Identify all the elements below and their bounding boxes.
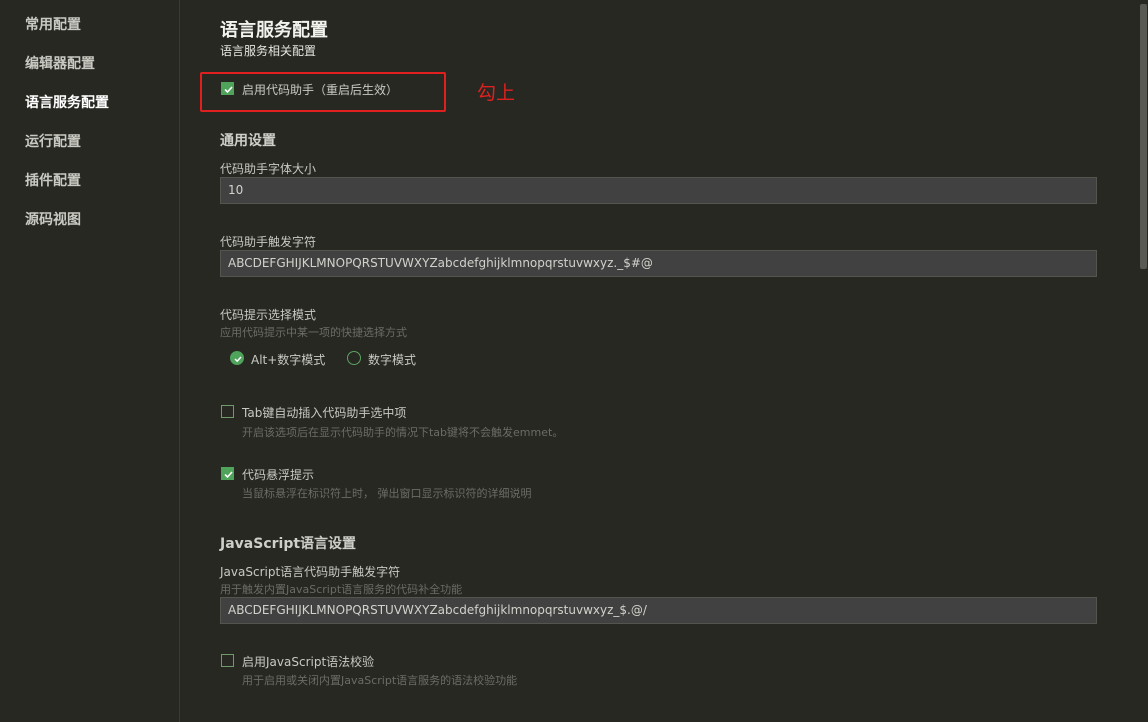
checkmark-icon (234, 356, 242, 363)
sidebar-item-editor[interactable]: 编辑器配置 (25, 53, 95, 73)
tab-insert-checkbox[interactable] (221, 405, 234, 418)
js-trigger-chars-desc: 用于触发内置JavaScript语言服务的代码补全功能 (220, 583, 463, 596)
scrollbar-thumb[interactable] (1140, 4, 1147, 269)
highlight-box (200, 72, 446, 112)
js-trigger-chars-input[interactable]: ABCDEFGHIJKLMNOPQRSTUVWXYZabcdefghijklmn… (220, 597, 1097, 624)
settings-content: 语言服务配置 语言服务相关配置 启用代码助手（重启后生效） 勾上 通用设置 代码… (180, 0, 1148, 722)
sidebar-item-run[interactable]: 运行配置 (25, 131, 81, 151)
number-mode-label[interactable]: 数字模式 (368, 351, 416, 368)
font-size-input[interactable]: 10 (220, 177, 1097, 204)
number-mode-radio[interactable] (347, 351, 361, 365)
sidebar-item-language-service[interactable]: 语言服务配置 (25, 92, 109, 112)
js-syntax-check-checkbox[interactable] (221, 654, 234, 667)
annotation-text: 勾上 (477, 82, 516, 104)
sidebar-item-plugins[interactable]: 插件配置 (25, 170, 81, 190)
alt-number-mode-radio[interactable] (230, 351, 244, 365)
settings-sidebar: 常用配置 编辑器配置 语言服务配置 运行配置 插件配置 源码视图 (0, 0, 180, 722)
trigger-chars-input[interactable]: ABCDEFGHIJKLMNOPQRSTUVWXYZabcdefghijklmn… (220, 250, 1097, 277)
js-trigger-chars-label: JavaScript语言代码助手触发字符 (220, 565, 401, 579)
js-syntax-check-desc: 用于启用或关闭内置JavaScript语言服务的语法校验功能 (242, 674, 518, 687)
select-mode-label: 代码提示选择模式 (220, 308, 317, 322)
js-syntax-check-label[interactable]: 启用JavaScript语法校验 (242, 653, 374, 670)
sidebar-item-common[interactable]: 常用配置 (25, 14, 81, 34)
tab-insert-desc: 开启该选项后在显示代码助手的情况下tab键将不会触发emmet。 (242, 426, 564, 439)
page-title: 语言服务配置 (220, 20, 328, 41)
javascript-section-title: JavaScript语言设置 (220, 536, 357, 552)
trigger-chars-label: 代码助手触发字符 (220, 235, 317, 249)
page-subtitle: 语言服务相关配置 (220, 44, 317, 58)
alt-number-mode-label[interactable]: Alt+数字模式 (251, 351, 325, 368)
vertical-scrollbar[interactable] (1137, 0, 1148, 722)
general-section-title: 通用设置 (220, 133, 276, 149)
tab-insert-label[interactable]: Tab键自动插入代码助手选中项 (242, 404, 406, 421)
sidebar-item-source-view[interactable]: 源码视图 (25, 209, 81, 229)
hover-hint-label[interactable]: 代码悬浮提示 (242, 466, 314, 483)
hover-hint-desc: 当鼠标悬浮在标识符上时， 弹出窗口显示标识符的详细说明 (242, 487, 532, 500)
font-size-label: 代码助手字体大小 (220, 162, 317, 176)
hover-hint-checkbox[interactable] (221, 467, 234, 480)
select-mode-desc: 应用代码提示中某一项的快捷选择方式 (220, 326, 407, 339)
checkmark-icon (224, 471, 233, 479)
